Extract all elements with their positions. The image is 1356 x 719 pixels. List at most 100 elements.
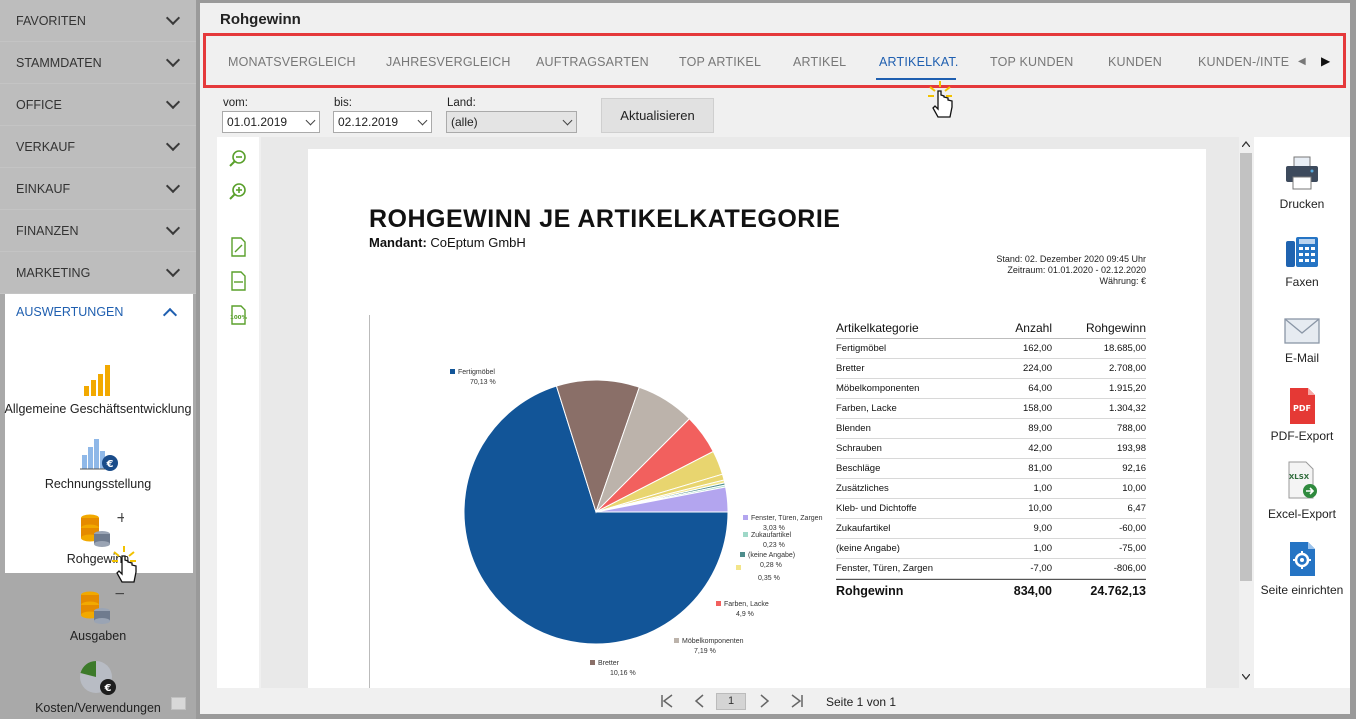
scroll-down-icon[interactable] xyxy=(1242,674,1250,680)
pdf-export-button[interactable]: PDF PDF-Export xyxy=(1254,387,1350,443)
table-cell: 193,98 xyxy=(1116,443,1146,454)
table-row: Kleb- und Dichtoffe 10,00 6,47 xyxy=(836,499,1146,519)
slice-name-label: (keine Angabe) xyxy=(748,552,795,559)
action-panel: Drucken Faxen E-Mail PDF PDF-Export XLSX… xyxy=(1254,137,1350,688)
refresh-button[interactable]: Aktualisieren xyxy=(601,98,714,133)
print-button[interactable]: Drucken xyxy=(1254,155,1350,211)
tool-rechnungsstellung[interactable]: € Rechnungsstellung xyxy=(0,437,196,491)
table-row: Fenster, Türen, Zargen -7,00 -806,00 xyxy=(836,559,1146,579)
table-total-row: Rohgewinn 834,00 24.762,13 xyxy=(836,579,1146,601)
tab-scroll-left-icon[interactable]: ◀ xyxy=(1296,56,1308,67)
from-date-value: 01.01.2019 xyxy=(227,115,288,129)
table-cell: Artikelkategorie xyxy=(836,320,919,335)
tab-monatsvergleich[interactable]: MONATSVERGLEICH xyxy=(228,55,356,69)
zoom-100-icon[interactable]: 100% xyxy=(228,305,248,325)
scroll-up-icon[interactable] xyxy=(1242,141,1250,147)
table-cell: Fertigmöbel xyxy=(836,343,887,354)
sidebar-item-verkauf[interactable]: VERKAUF xyxy=(0,126,196,168)
legend-swatch xyxy=(736,565,741,570)
table-cell: Anzahl xyxy=(1015,320,1052,335)
sidebar-item-marketing[interactable]: MARKETING xyxy=(0,252,196,294)
first-page-icon[interactable] xyxy=(660,693,674,709)
slice-name-label: Fenster, Türen, Zargen xyxy=(751,515,823,522)
tool-rohgewinn[interactable]: + Rohgewinn xyxy=(0,510,196,566)
country-select[interactable]: (alle) xyxy=(446,111,577,133)
table-cell: 89,00 xyxy=(1028,423,1052,434)
tab-scroll-right-icon[interactable]: ▶ xyxy=(1321,54,1330,68)
table-row: Blenden 89,00 788,00 xyxy=(836,419,1146,439)
tab-auftragsarten[interactable]: AUFTRAGSARTEN xyxy=(536,55,649,69)
fax-button[interactable]: Faxen xyxy=(1254,233,1350,289)
scrollbar-thumb[interactable] xyxy=(1240,153,1252,581)
chevron-down-icon xyxy=(165,10,181,26)
page-setup-button[interactable]: Seite einrichten xyxy=(1254,541,1350,597)
to-date-field[interactable]: 02.12.2019 xyxy=(333,111,432,133)
vertical-scrollbar[interactable] xyxy=(1239,137,1253,688)
tool-ausgaben[interactable]: − Ausgaben xyxy=(0,586,196,643)
chevron-down-icon xyxy=(417,115,428,126)
chevron-down-icon xyxy=(305,115,316,126)
previous-page-icon[interactable] xyxy=(694,693,704,709)
tab-kunden-interessenten[interactable]: KUNDEN-/INTE xyxy=(1198,55,1289,69)
sidebar-item-auswertungen[interactable]: AUSWERTUNGEN xyxy=(5,294,193,330)
table-row: Farben, Lacke 158,00 1.304,32 xyxy=(836,399,1146,419)
tool-kosten-verwendungen[interactable]: € Kosten/Verwendungen xyxy=(0,659,196,715)
tab-top-artikel[interactable]: TOP ARTIKEL xyxy=(679,55,761,69)
table-cell: 834,00 xyxy=(1013,583,1052,598)
tab-top-kunden[interactable]: TOP KUNDEN xyxy=(990,55,1074,69)
tab-artikel[interactable]: ARTIKEL xyxy=(793,55,846,69)
fit-page-icon[interactable] xyxy=(228,237,248,257)
report-tabbar: MONATSVERGLEICH JAHRESVERGLEICH AUFTRAGS… xyxy=(203,33,1346,88)
sidebar-item-stammdaten[interactable]: STAMMDATEN xyxy=(0,42,196,84)
slice-percent-label: 0,23 % xyxy=(763,542,785,549)
tool-label: Kosten/Verwendungen xyxy=(35,701,161,715)
sidebar-section-auswertungen: AUSWERTUNGEN Allgemeine Geschäftsentwick… xyxy=(0,294,196,719)
legend-swatch xyxy=(740,552,745,557)
page-title: Rohgewinn xyxy=(220,11,301,28)
next-page-icon[interactable] xyxy=(760,693,770,709)
last-page-icon[interactable] xyxy=(790,693,804,709)
tab-jahresvergleich[interactable]: JAHRESVERGLEICH xyxy=(386,55,511,69)
email-button[interactable]: E-Mail xyxy=(1254,317,1350,365)
sidebar-item-office[interactable]: OFFICE xyxy=(0,84,196,126)
sidebar-scroll-button[interactable] xyxy=(171,697,186,710)
from-date-field[interactable]: 01.01.2019 xyxy=(222,111,320,133)
excel-export-button[interactable]: XLSX Excel-Export xyxy=(1254,461,1350,521)
table-cell: 10,00 xyxy=(1122,483,1146,494)
country-label: Land: xyxy=(447,97,476,109)
tool-allgemeine-geschaeftsentwicklung[interactable]: Allgemeine Geschäftsentwicklung xyxy=(0,362,196,416)
table-cell: Zukaufartikel xyxy=(836,523,891,534)
table-cell: -806,00 xyxy=(1113,563,1146,574)
sidebar-item-favoriten[interactable]: FAVORITEN xyxy=(0,0,196,42)
slice-percent-label: 7,19 % xyxy=(694,648,716,655)
chevron-down-icon xyxy=(165,262,181,278)
fit-width-icon[interactable] xyxy=(228,271,248,291)
tab-artikelkat[interactable]: ARTIKELKAT. xyxy=(879,55,959,69)
tab-kunden[interactable]: KUNDEN xyxy=(1108,55,1162,69)
table-cell: -7,00 xyxy=(1030,563,1052,574)
table-row: Schrauben 42,00 193,98 xyxy=(836,439,1146,459)
table-cell: 42,00 xyxy=(1028,443,1052,454)
report-viewer[interactable]: ROHGEWINN JE ARTIKELKATEGORIE Mandant: C… xyxy=(261,137,1239,688)
report-page: ROHGEWINN JE ARTIKELKATEGORIE Mandant: C… xyxy=(308,149,1206,688)
page-number-field[interactable]: 1 xyxy=(716,693,746,710)
svg-text:−: − xyxy=(114,589,124,602)
action-label: PDF-Export xyxy=(1270,429,1334,443)
table-cell: 9,00 xyxy=(1033,523,1053,534)
table-cell: 158,00 xyxy=(1022,403,1052,414)
sidebar: FAVORITEN STAMMDATEN OFFICE VERKAUF EINK… xyxy=(0,0,196,719)
sidebar-item-label: FINANZEN xyxy=(16,223,79,238)
slice-percent-label: 0,35 % xyxy=(758,575,780,582)
zoom-out-icon[interactable] xyxy=(228,149,248,169)
sidebar-item-einkauf[interactable]: EINKAUF xyxy=(0,168,196,210)
chevron-down-icon xyxy=(165,136,181,152)
tool-label: Rechnungsstellung xyxy=(44,477,152,491)
sidebar-item-finanzen[interactable]: FINANZEN xyxy=(0,210,196,252)
tool-label: Rohgewinn xyxy=(66,552,130,566)
sidebar-item-label: VERKAUF xyxy=(16,139,76,154)
slice-percent-label: 4,9 % xyxy=(736,611,754,618)
slice-percent-label: 3,03 % xyxy=(763,525,785,532)
zoom-in-icon[interactable] xyxy=(228,182,248,202)
slice-percent-label: 10,16 % xyxy=(610,670,636,677)
table-cell: 1.915,20 xyxy=(1109,383,1146,394)
